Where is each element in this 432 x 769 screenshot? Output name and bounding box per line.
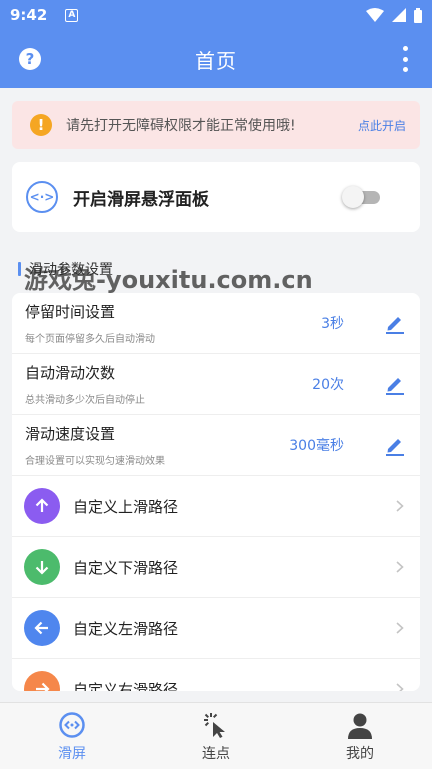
- setting-row-swipe-speed[interactable]: 滑动速度设置 合理设置可以实现匀速滑动效果 300毫秒: [12, 415, 420, 476]
- setting-value: 300毫秒: [289, 438, 344, 454]
- setting-subtitle: 总共滑动多少次后自动停止: [25, 395, 145, 406]
- status-icons: [366, 7, 422, 23]
- more-dot: [402, 46, 408, 51]
- section-accent-bar: [18, 262, 21, 276]
- setting-subtitle: 合理设置可以实现匀速滑动效果: [25, 456, 165, 467]
- nav-label: 我的: [346, 746, 374, 762]
- setting-row-dwell-time[interactable]: 停留时间设置 每个页面停留多久后自动滑动 3秒: [12, 293, 420, 354]
- settings-list: 停留时间设置 每个页面停留多久后自动滑动 3秒 自动滑动次数 总共滑动多少次后自…: [12, 293, 420, 691]
- status-bar: 9:42 A: [0, 0, 432, 30]
- setting-value: 20次: [312, 377, 344, 393]
- edit-icon[interactable]: [384, 312, 406, 334]
- page-title: 首页: [195, 48, 237, 73]
- more-menu-icon[interactable]: [402, 46, 408, 72]
- edit-icon[interactable]: [384, 434, 406, 456]
- arrow-down-icon: [24, 549, 60, 585]
- arrow-left-icon: [24, 610, 60, 646]
- alert-message: 请先打开无障碍权限才能正常使用哦!: [66, 118, 296, 134]
- wifi-icon: [366, 8, 384, 22]
- setting-value: 3秒: [321, 316, 344, 332]
- nav-item-swipe[interactable]: 滑屏: [0, 703, 144, 769]
- nav-item-autoclick[interactable]: 连点: [144, 703, 288, 769]
- path-row-left[interactable]: 自定义左滑路径: [12, 598, 420, 659]
- path-row-down[interactable]: 自定义下滑路径: [12, 537, 420, 598]
- chevron-right-icon: [396, 622, 404, 634]
- chevron-right-icon: [396, 683, 404, 691]
- accessibility-alert: ! 请先打开无障碍权限才能正常使用哦! 点此开启: [12, 101, 420, 149]
- user-icon: [348, 713, 372, 739]
- help-icon[interactable]: ?: [19, 48, 41, 70]
- setting-subtitle: 每个页面停留多久后自动滑动: [25, 334, 155, 345]
- code-circle-icon: [59, 712, 85, 738]
- switch-thumb: [342, 186, 364, 208]
- arrow-up-icon: [24, 488, 60, 524]
- chevron-right-icon: [396, 561, 404, 573]
- tap-cursor-icon: [204, 713, 225, 738]
- nav-label: 连点: [202, 746, 230, 762]
- code-icon: <·>: [26, 181, 58, 213]
- floating-panel-switch[interactable]: [342, 186, 382, 208]
- setting-title: 滑动速度设置: [25, 425, 116, 443]
- nav-label: 滑屏: [58, 746, 86, 762]
- arrow-right-icon: [24, 671, 60, 691]
- setting-title: 停留时间设置: [25, 303, 116, 321]
- battery-icon: [414, 7, 422, 23]
- more-dot: [402, 67, 408, 72]
- setting-title: 自动滑动次数: [25, 364, 116, 382]
- warning-icon: !: [30, 114, 52, 136]
- edit-icon[interactable]: [384, 373, 406, 395]
- path-row-up[interactable]: 自定义上滑路径: [12, 476, 420, 537]
- setting-text: 停留时间设置 每个页面停留多久后自动滑动: [12, 301, 420, 345]
- chevron-right-icon: [396, 500, 404, 512]
- path-label: 自定义下滑路径: [73, 558, 179, 577]
- status-time: 9:42: [10, 6, 48, 24]
- signal-icon: [392, 8, 406, 22]
- nav-item-me[interactable]: 我的: [288, 703, 432, 769]
- path-row-right[interactable]: 自定义右滑路径: [12, 659, 420, 691]
- app-bar: ? 首页: [0, 30, 432, 88]
- floating-panel-card: <·> 开启滑屏悬浮面板: [12, 162, 420, 232]
- watermark-text: 游戏兔-youxitu.com.cn: [24, 266, 313, 294]
- setting-row-swipe-count[interactable]: 自动滑动次数 总共滑动多少次后自动停止 20次: [12, 354, 420, 415]
- more-dot: [402, 56, 408, 62]
- path-label: 自定义上滑路径: [73, 497, 179, 516]
- notification-icon: A: [65, 8, 79, 22]
- enable-accessibility-link[interactable]: 点此开启: [358, 117, 406, 134]
- path-label: 自定义左滑路径: [73, 619, 179, 638]
- bottom-nav: 滑屏 连点 我的: [0, 702, 432, 769]
- path-label: 自定义右滑路径: [73, 680, 179, 692]
- setting-text: 滑动速度设置 合理设置可以实现匀速滑动效果: [12, 423, 420, 467]
- floating-panel-label: 开启滑屏悬浮面板: [73, 189, 209, 210]
- setting-text: 自动滑动次数 总共滑动多少次后自动停止: [12, 362, 420, 406]
